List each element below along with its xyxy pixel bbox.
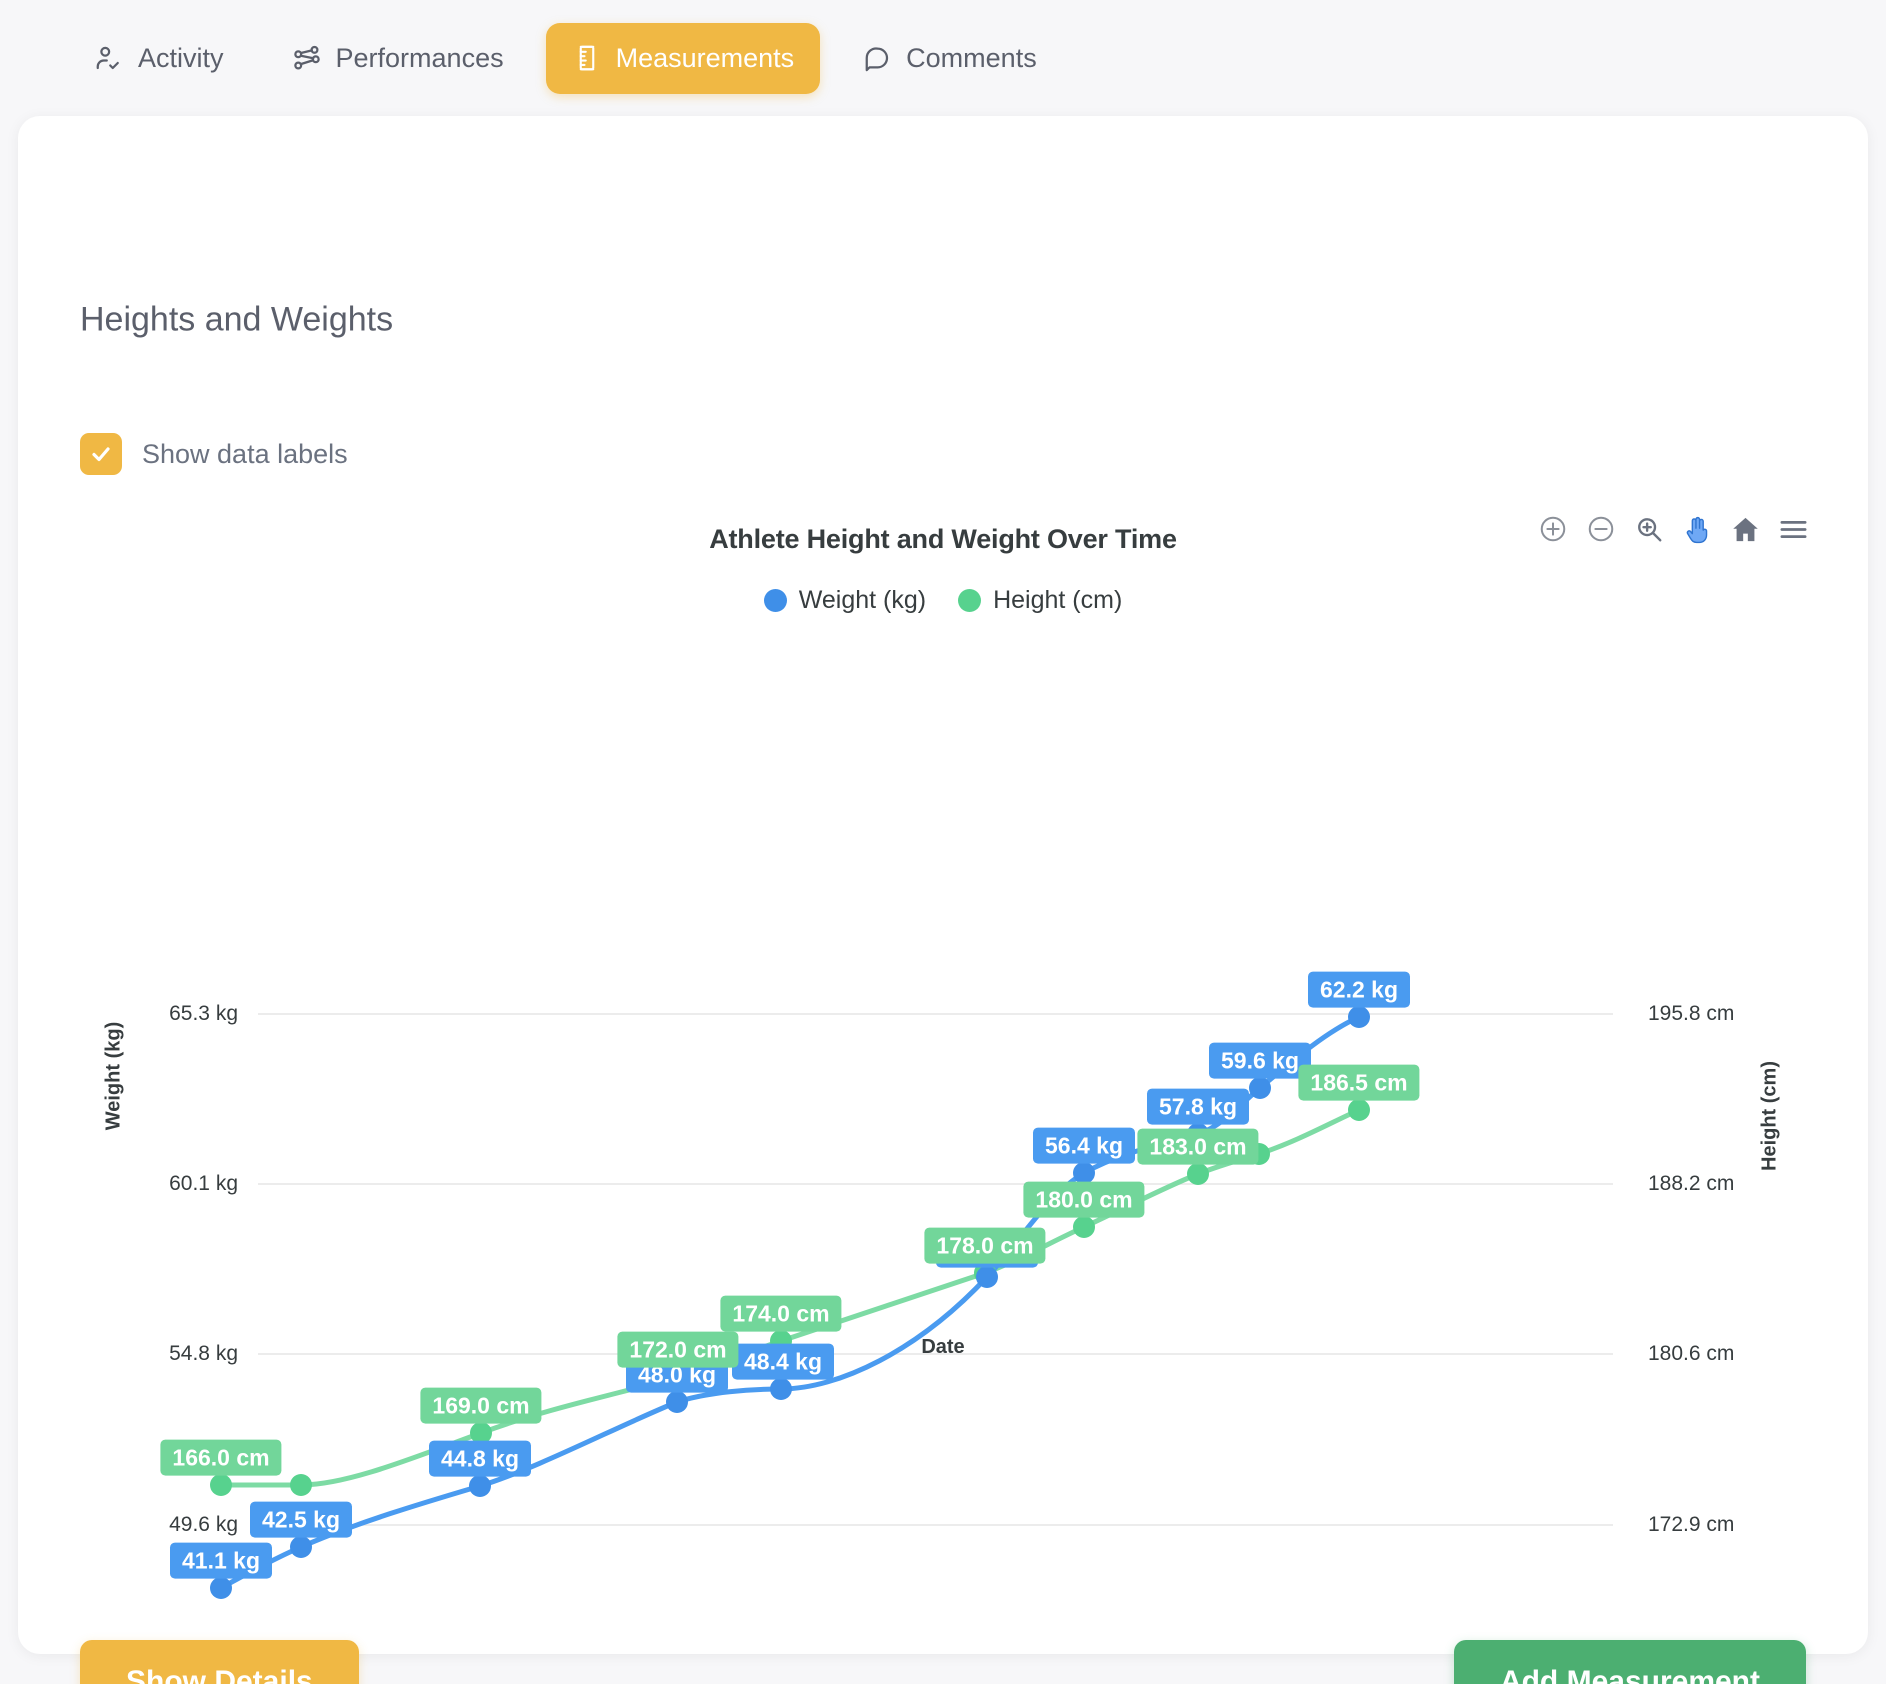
- tab-performances[interactable]: Performances: [266, 23, 530, 94]
- user-check-icon: [94, 43, 124, 73]
- measurements-card: Heights and Weights Show data labels Ath…: [18, 116, 1868, 1684]
- y-tick-right: 188.2 cm: [1648, 1172, 1735, 1195]
- data-point-weight[interactable]: [210, 1577, 232, 1599]
- check-icon: [92, 447, 110, 462]
- y-tick-left: 54.8 kg: [169, 1342, 238, 1365]
- x-axis-title: Date: [921, 1336, 965, 1358]
- data-point-height[interactable]: [290, 1474, 312, 1496]
- data-point-weight[interactable]: [976, 1266, 998, 1288]
- tab-comments[interactable]: Comments: [836, 23, 1063, 94]
- tab-label: Measurements: [615, 42, 795, 73]
- data-label-weight: 59.6 kg: [1209, 1042, 1311, 1079]
- add-measurement-button[interactable]: Add Measurement: [1453, 1640, 1806, 1684]
- data-label-weight: 42.5 kg: [250, 1501, 352, 1538]
- tab-bar: Activity Performances Measurements Comme…: [0, 0, 1886, 116]
- data-label-height: 166.0 cm: [160, 1439, 282, 1476]
- show-data-labels-label: Show data labels: [142, 438, 348, 469]
- data-label-height: 174.0 cm: [720, 1295, 842, 1332]
- data-point-weight[interactable]: [770, 1378, 792, 1400]
- data-label-weight: 56.4 kg: [1033, 1127, 1135, 1164]
- page-title: Heights and Weights: [80, 300, 394, 339]
- y-axis-left-title: Weight (kg): [102, 1021, 125, 1131]
- plot-area[interactable]: Weight (kg) Height (cm) Date 65.3 kg 60.…: [18, 496, 1868, 1684]
- data-label-height: 178.0 cm: [924, 1227, 1046, 1264]
- plot-svg: [219, 1013, 1613, 1586]
- data-point-weight[interactable]: [469, 1475, 491, 1497]
- data-point-weight[interactable]: [290, 1536, 312, 1558]
- y-tick-left: 65.3 kg: [169, 1002, 238, 1025]
- tab-label: Performances: [335, 42, 504, 73]
- y-tick-right: 172.9 cm: [1648, 1513, 1735, 1536]
- data-label-height: 180.0 cm: [1023, 1181, 1145, 1218]
- show-data-labels-row[interactable]: Show data labels: [80, 433, 348, 475]
- data-label-height: 186.5 cm: [1298, 1064, 1420, 1101]
- data-point-height[interactable]: [1073, 1216, 1095, 1238]
- data-point-height[interactable]: [1348, 1099, 1370, 1121]
- y-tick-left: 49.6 kg: [169, 1513, 238, 1536]
- tab-label: Activity: [138, 42, 224, 73]
- data-point-weight[interactable]: [1348, 1006, 1370, 1028]
- data-point-height[interactable]: [1187, 1163, 1209, 1185]
- y-axis-right-title: Height (cm): [1758, 1061, 1781, 1171]
- chart-container: Athlete Height and Weight Over Time Weig…: [18, 496, 1868, 1684]
- comment-icon: [862, 43, 892, 73]
- data-label-weight: 41.1 kg: [170, 1542, 272, 1579]
- data-label-height: 172.0 cm: [617, 1331, 739, 1368]
- y-tick-right: 180.6 cm: [1648, 1342, 1735, 1365]
- data-label-height: 183.0 cm: [1137, 1128, 1259, 1165]
- ruler-icon: [572, 43, 602, 73]
- tab-measurements[interactable]: Measurements: [545, 22, 821, 94]
- share-nodes-icon: [292, 43, 322, 73]
- tab-activity[interactable]: Activity: [68, 23, 250, 94]
- data-label-height: 169.0 cm: [420, 1387, 542, 1424]
- data-label-weight: 62.2 kg: [1308, 971, 1410, 1008]
- y-tick-left: 60.1 kg: [169, 1172, 238, 1195]
- show-data-labels-checkbox[interactable]: [80, 433, 122, 475]
- y-tick-right: 195.8 cm: [1648, 1002, 1735, 1025]
- data-point-weight[interactable]: [666, 1391, 688, 1413]
- data-label-weight: 44.8 kg: [429, 1440, 531, 1477]
- tab-label: Comments: [906, 42, 1037, 73]
- data-point-weight[interactable]: [1249, 1077, 1271, 1099]
- data-point-height[interactable]: [210, 1474, 232, 1496]
- data-label-weight: 57.8 kg: [1147, 1088, 1249, 1125]
- data-label-weight: 48.4 kg: [732, 1343, 834, 1380]
- show-details-button[interactable]: Show Details: [80, 1640, 359, 1684]
